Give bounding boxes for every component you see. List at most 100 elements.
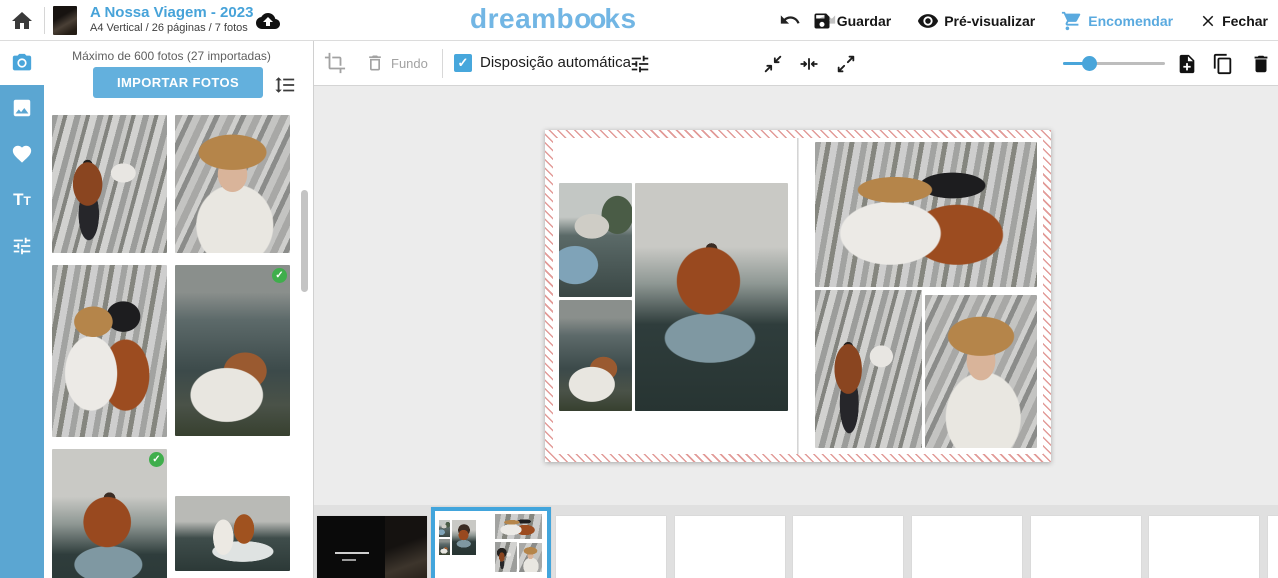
home-button[interactable] <box>10 0 34 41</box>
zoom-slider-thumb[interactable] <box>1082 56 1097 71</box>
add-page-icon <box>1176 53 1198 75</box>
mini-photo <box>519 543 542 572</box>
tab-gallery[interactable] <box>0 85 44 130</box>
order-button[interactable]: Encomendar <box>1061 10 1173 32</box>
photo-thumbnail-woman-hat[interactable] <box>175 115 290 253</box>
text-icon: TT <box>13 191 31 209</box>
cover-subtitle-line <box>342 559 356 561</box>
cloud-upload-button[interactable] <box>256 9 280 33</box>
header-bar: A Nossa Viagem - 2023 A4 Vertical / 26 p… <box>0 0 1278 41</box>
checkbox-checked-icon[interactable]: ✓ <box>454 54 472 72</box>
crop-icon <box>324 52 346 74</box>
edit-toolbar: Fundo ✓ Disposição automática <box>314 41 1278 86</box>
photo-thumbnail-couple-boat[interactable] <box>175 496 290 571</box>
photo-used-check-icon: ✓ <box>272 268 287 283</box>
close-label: Fechar <box>1222 13 1268 29</box>
page-thumbnail-current-spread[interactable] <box>431 507 551 578</box>
pages-strip <box>314 505 1278 578</box>
toolbar-divider <box>442 49 443 78</box>
main-divider <box>313 41 314 578</box>
page-thumbnail-empty[interactable] <box>556 516 666 578</box>
trash-outline-icon <box>365 53 385 73</box>
delete-page-button[interactable] <box>1250 53 1272 75</box>
spread-photo-couple-embrace[interactable] <box>815 142 1037 287</box>
auto-layout-label: Disposição automática <box>480 54 631 71</box>
tab-filters[interactable] <box>0 223 44 268</box>
auto-layout-checkbox[interactable]: ✓ <box>454 54 472 72</box>
tune-icon <box>11 235 33 257</box>
photo-used-check-icon: ✓ <box>149 452 164 467</box>
page-thumbnail-empty[interactable] <box>1268 516 1278 578</box>
shrink-layout-button[interactable] <box>762 53 784 75</box>
delete-background-button[interactable]: Fundo <box>365 53 428 73</box>
spread-gutter <box>797 138 799 454</box>
editor-canvas[interactable] <box>314 86 1278 505</box>
sort-photos-button[interactable] <box>274 74 296 96</box>
undo-icon <box>779 9 801 31</box>
photo-thumbnail-selfie[interactable] <box>52 265 167 437</box>
undo-button[interactable] <box>779 9 801 31</box>
photo-thumbnail-couple-rock[interactable] <box>52 115 167 253</box>
cover-title-area <box>317 516 385 578</box>
crop-button[interactable] <box>324 52 346 74</box>
order-label: Encomendar <box>1088 13 1173 29</box>
sidebar-icon-rail: TT <box>0 41 44 578</box>
save-button[interactable]: Guardar <box>812 11 891 31</box>
dreambooks-editor-window: A Nossa Viagem - 2023 A4 Vertical / 26 p… <box>0 0 1278 578</box>
book-cover-thumbnail[interactable] <box>53 6 77 35</box>
book-title-block: A Nossa Viagem - 2023 A4 Vertical / 26 p… <box>90 4 253 35</box>
add-page-button[interactable] <box>1176 53 1198 75</box>
cover-title-line <box>335 552 369 554</box>
eye-icon <box>917 10 939 32</box>
close-button[interactable]: Fechar <box>1199 12 1268 30</box>
camera-icon <box>11 52 33 74</box>
spread-photo-man-boat[interactable] <box>635 183 788 411</box>
preview-button[interactable]: Pré-visualizar <box>917 10 1035 32</box>
mini-photo <box>495 514 542 539</box>
mini-photo <box>439 520 450 537</box>
spread-photo-woman-lake[interactable] <box>559 300 632 411</box>
mini-photo <box>439 539 450 555</box>
background-label: Fundo <box>391 56 428 71</box>
save-label: Guardar <box>837 13 891 29</box>
page-thumbnail-empty[interactable] <box>1149 516 1259 578</box>
tab-favorites[interactable] <box>0 131 44 176</box>
page-thumbnail-empty[interactable] <box>793 516 903 578</box>
page-thumbnail-cover[interactable] <box>317 516 427 578</box>
page-title: A Nossa Viagem - 2023 <box>90 4 253 21</box>
layout-settings-button[interactable] <box>629 53 651 75</box>
cart-icon <box>1061 10 1083 32</box>
horizontal-center-icon <box>798 53 820 75</box>
book-subtitle: A4 Vertical / 26 páginas / 7 fotos <box>90 22 253 35</box>
home-icon <box>10 9 34 33</box>
panel-scrollbar[interactable] <box>301 190 308 292</box>
collapse-diagonal-icon <box>762 53 784 75</box>
spread-photo-boat-lake[interactable] <box>559 183 632 297</box>
mini-photo <box>452 520 476 555</box>
expand-diagonal-icon <box>835 53 857 75</box>
cover-photo <box>385 516 427 578</box>
page-thumbnail-empty[interactable] <box>1031 516 1141 578</box>
zoom-slider[interactable] <box>1063 62 1165 65</box>
copy-icon <box>1212 53 1234 75</box>
image-icon <box>11 97 33 119</box>
auto-layout-option[interactable]: Disposição automática <box>480 54 631 71</box>
spread-photo-man-rock[interactable] <box>815 290 922 448</box>
sort-icon <box>274 74 296 96</box>
center-layout-button[interactable] <box>798 53 820 75</box>
spread-photo-woman-hat[interactable] <box>925 295 1037 448</box>
page-thumbnail-empty[interactable] <box>675 516 785 578</box>
tab-text[interactable]: TT <box>0 177 44 222</box>
expand-layout-button[interactable] <box>835 53 857 75</box>
photo-thumbnail-woman-lake[interactable]: ✓ <box>175 265 290 436</box>
page-thumbnail-empty[interactable] <box>912 516 1022 578</box>
import-photos-button[interactable]: IMPORTAR FOTOS <box>93 67 263 98</box>
header-actions: Guardar Pré-visualizar Encomendar Fechar <box>812 0 1268 41</box>
photo-thumbnail-man-boat[interactable]: ✓ <box>52 449 167 578</box>
duplicate-page-button[interactable] <box>1212 53 1234 75</box>
header-divider <box>44 7 45 34</box>
tab-photos[interactable] <box>0 41 44 85</box>
heart-icon <box>11 143 33 165</box>
save-icon <box>812 11 832 31</box>
book-spread[interactable] <box>545 130 1051 462</box>
